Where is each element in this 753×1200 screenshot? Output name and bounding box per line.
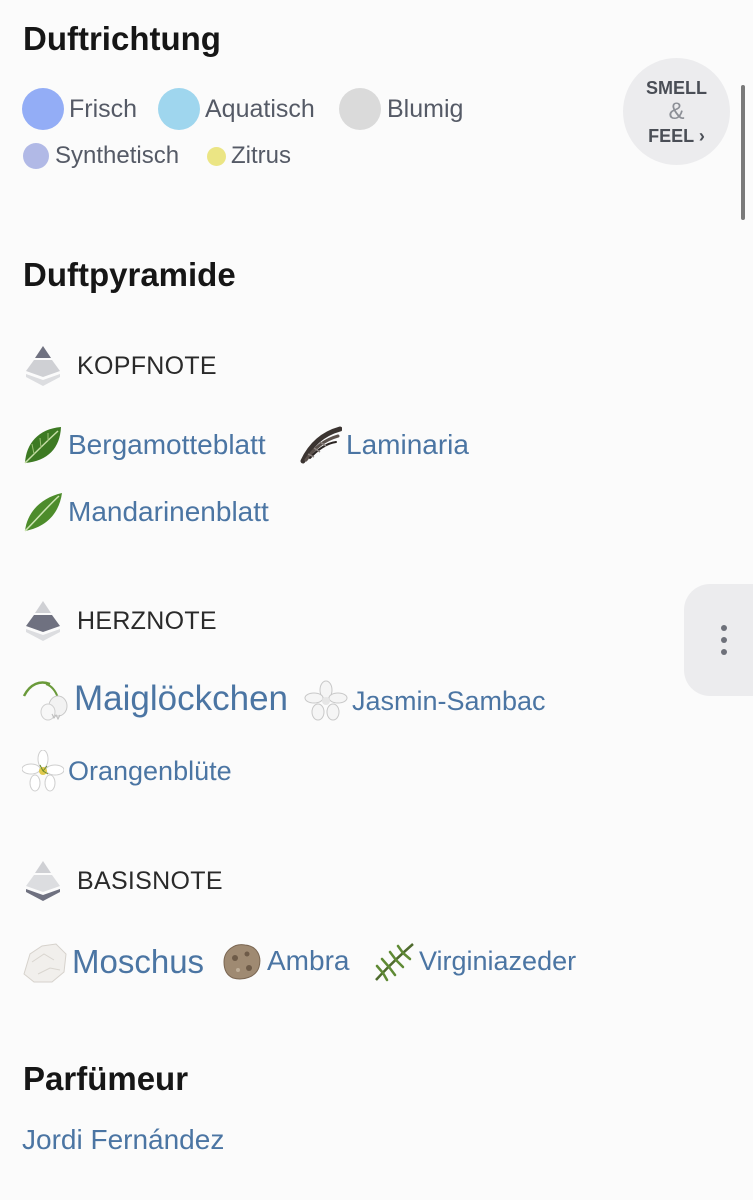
pyramid-top-layer-icon [26,346,60,386]
note-moschus[interactable]: Moschus [22,940,204,984]
note-name: Ambra [267,945,350,976]
feel-label: FEEL › [648,125,705,146]
accord-label: Frisch [69,94,138,123]
note-laminaria[interactable]: Laminaria [300,424,469,466]
ambergris-stone-icon [223,944,261,980]
note-level-label: BASISNOTE [77,866,223,895]
note-level-label: HERZNOTE [77,606,217,635]
accord-label: Zitrus [231,142,291,169]
note-jasmin-sambac[interactable]: Jasmin-Sambac [304,680,546,722]
top-note-header: KOPFNOTE [22,344,217,388]
pyramid-bottom-layer-icon [26,861,60,901]
note-name: Jasmin-Sambac [352,685,546,716]
leaf-icon [24,427,61,464]
pyramid-title: Duftpyramide [23,256,236,293]
leaf-icon [24,493,62,532]
perfumer-title: Parfümeur [23,1060,189,1097]
accords-title: Duftrichtung [23,20,221,57]
seaweed-icon [300,426,342,464]
note-maigloeckchen[interactable]: Maiglöckchen [22,676,288,722]
cedar-branch-icon [375,943,414,982]
note-name: Maiglöckchen [74,679,288,718]
accord-chip-zitrus[interactable]: Zitrus [207,142,291,170]
accord-dot-icon [339,88,381,130]
pyramid-middle-layer-icon [26,601,60,641]
note-mandarinenblatt[interactable]: Mandarinenblatt [22,491,269,533]
accord-chip-synthetisch[interactable]: Synthetisch [23,142,179,170]
accord-dot-icon [22,88,64,130]
orange-blossom-icon [22,750,64,792]
accord-chip-blumig[interactable]: Blumig [339,88,463,130]
accord-chip-frisch[interactable]: Frisch [22,88,137,130]
note-name: Virginiazeder [419,945,577,976]
note-name: Mandarinenblatt [68,496,269,527]
smell-label: SMELL [646,77,707,98]
perfumer-link[interactable]: Jordi Fernández [22,1124,224,1156]
accord-dot-icon [207,146,226,166]
accord-label: Synthetisch [55,142,180,169]
note-ambra[interactable]: Ambra [221,940,349,982]
scrollbar-thumb[interactable] [741,85,745,220]
note-virginiazeder[interactable]: Virginiazeder [373,940,576,982]
accord-label: Aquatisch [205,94,315,123]
smell-and-feel-button[interactable]: SMELL & FEEL › [623,58,730,165]
note-orangenbluete[interactable]: Orangenblüte [22,750,232,792]
note-name: Laminaria [346,429,469,460]
note-name: Orangenblüte [68,755,232,786]
accord-chip-aquatisch[interactable]: Aquatisch [158,88,315,130]
note-name: Bergamotteblatt [68,429,266,460]
musk-crystal-icon [23,943,67,983]
accord-label: Blumig [387,94,464,123]
note-bergamotteblatt[interactable]: Bergamotteblatt [22,424,266,466]
accord-dot-icon [158,88,200,130]
kebab-menu-icon-dot [721,637,727,643]
ampersand: & [668,97,685,125]
heart-note-header: HERZNOTE [22,599,217,643]
jasmine-flower-icon [304,680,348,721]
note-level-label: KOPFNOTE [77,351,217,380]
kebab-menu-icon-dot [721,649,727,655]
base-note-header: BASISNOTE [22,859,223,903]
lily-of-the-valley-icon [22,681,68,721]
accord-dot-icon [23,143,49,169]
more-options-side-tab[interactable] [684,584,753,696]
note-name: Moschus [72,943,205,980]
kebab-menu-icon [721,625,727,631]
